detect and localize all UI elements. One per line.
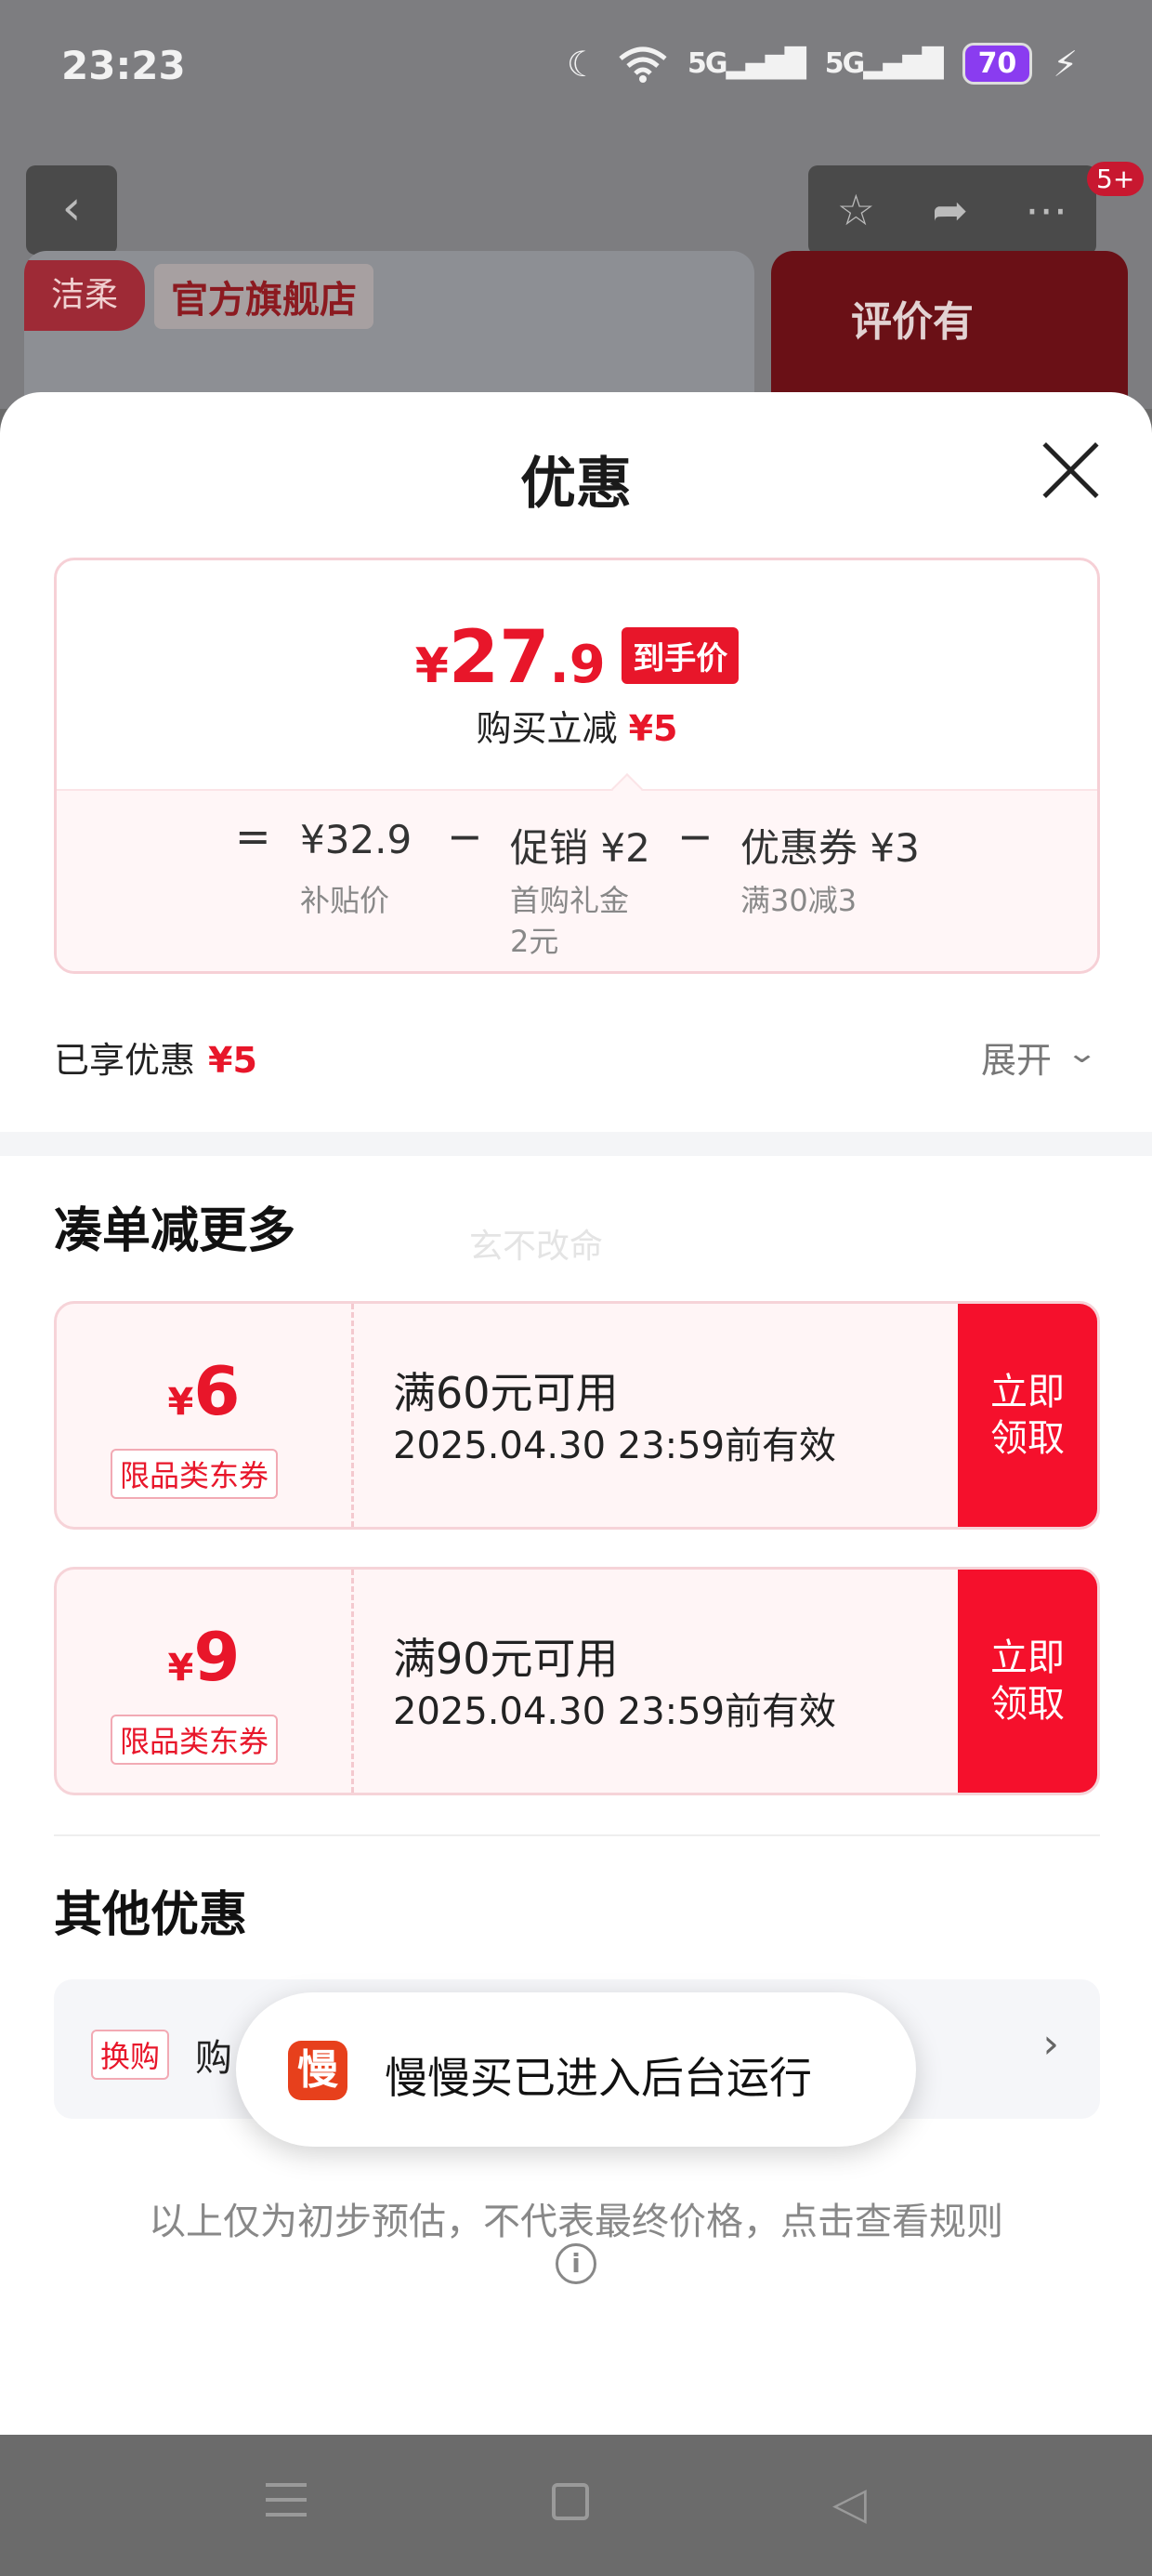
price-card: ¥27.9 到手价 购买立减 ¥5 = ¥32.9 补贴价 − 促销 ¥2 首购礼… [54, 558, 1100, 974]
section-divider [0, 1132, 1152, 1156]
back-button[interactable]: ‹ [26, 165, 117, 255]
app-logo-icon: 慢 [288, 2041, 347, 2100]
subsidy-price-label: 补贴价 [300, 883, 390, 918]
promo-label-line2: 2元 [510, 924, 559, 959]
final-price-tag: 到手价 [622, 627, 740, 684]
claim-button-line2: 领取 [990, 1683, 1065, 1726]
coupon-card: ¥9 限品类东券 满90元可用 2025.04.30 23:59前有效 立即 领… [54, 1567, 1100, 1795]
background-run-toast: 慢 慢慢买已进入后台运行 [236, 1992, 916, 2147]
price-integer: 27 [448, 616, 550, 700]
coupon-currency: ¥ [167, 1647, 194, 1689]
coupon-left: ¥6 限品类东券 [57, 1304, 354, 1527]
info-icon[interactable]: i [556, 2243, 596, 2284]
coupon-expiry: 2025.04.30 23:59前有效 [393, 1690, 837, 1733]
coupon-amount: ¥9 [57, 1618, 351, 1696]
coupon-label: 满30减3 [740, 883, 857, 918]
sheet-title: 优惠 [520, 452, 632, 517]
promo-label: 首购礼金 2元 [510, 880, 629, 962]
exchange-tag: 换购 [91, 2030, 170, 2080]
claim-coupon-button[interactable]: 立即 领取 [958, 1570, 1097, 1793]
instant-discount-label: 购买立减 [476, 708, 618, 749]
promo-value: 促销 ¥2 [510, 825, 650, 871]
enjoyed-discount: 已享优惠 ¥5 [54, 1032, 257, 1083]
claim-button-line1: 立即 [990, 1636, 1065, 1679]
minus-sign: − [677, 811, 713, 861]
review-label: 评价有 [851, 298, 974, 346]
system-nav-bar: ◁ [0, 2435, 1152, 2576]
cart-badge: 5+ [1087, 162, 1145, 196]
coupon-type-tag: 限品类东券 [111, 1449, 279, 1499]
equals-sign: = [235, 811, 271, 861]
home-icon[interactable] [552, 2483, 589, 2520]
coupon-currency: ¥ [167, 1381, 194, 1424]
top-action-group: ☆ ➦ ⋯ [808, 165, 1096, 255]
coupon-type-tag: 限品类东券 [111, 1715, 279, 1765]
status-icons: ☾ 5G▂▄▆█ 5G▂▄▆█ 70 ⚡ [567, 43, 1078, 85]
instant-discount-value: ¥5 [628, 708, 678, 749]
status-time: 23:23 [61, 43, 186, 88]
disclaimer-text[interactable]: 以上仅为初步预估，不代表最终价格，点击查看规则 [0, 2191, 1152, 2245]
claim-button-line1: 立即 [990, 1371, 1065, 1413]
price-decimal: .9 [549, 635, 606, 695]
promo-label-line1: 首购礼金 [510, 883, 630, 918]
claim-coupon-button[interactable]: 立即 领取 [958, 1304, 1097, 1527]
coupon-amount: ¥6 [57, 1352, 351, 1430]
close-icon[interactable] [1041, 440, 1100, 500]
coupon-left: ¥9 限品类东券 [57, 1570, 354, 1793]
back-triangle-icon[interactable]: ◁ [832, 2477, 867, 2530]
coupon-amount-number: 9 [193, 1618, 241, 1696]
signal-1-icon: 5G▂▄▆█ [687, 47, 806, 80]
toast-text: 慢慢买已进入后台运行 [385, 2053, 812, 2103]
brand-logo: 洁柔 [24, 260, 145, 331]
enjoyed-value: ¥5 [208, 1040, 257, 1081]
expand-button[interactable]: 展开 [981, 1032, 1052, 1083]
subsidy-price-value: ¥32.9 [300, 817, 412, 862]
section-title-other-offers: 其他优惠 [54, 1887, 248, 1943]
signal-2-icon: 5G▂▄▆█ [824, 47, 944, 80]
claim-button-line2: 领取 [990, 1417, 1065, 1460]
instant-discount: 购买立减 ¥5 [57, 700, 1097, 751]
section-title-more-savings: 凑单减更多 [54, 1203, 296, 1259]
coupon-condition: 满90元可用 [393, 1634, 619, 1684]
final-price: ¥27.9 到手价 [57, 616, 1097, 700]
divider-line [54, 1834, 1100, 1836]
moon-icon: ☾ [566, 43, 598, 85]
chevron-down-icon[interactable]: ⌄ [1066, 1037, 1098, 1070]
coupon-condition: 满60元可用 [393, 1368, 619, 1418]
minus-sign: − [447, 811, 483, 861]
background-product-page: 23:23 ☾ 5G▂▄▆█ 5G▂▄▆█ 70 ⚡ ‹ ☆ ➦ ⋯ 5+ 洁柔… [0, 0, 1152, 418]
watermark-text: 玄不改命 [469, 1228, 604, 1266]
price-currency: ¥ [414, 638, 449, 694]
coupon-value: 优惠券 ¥3 [740, 825, 920, 871]
more-icon[interactable]: ⋯ [1025, 185, 1067, 235]
shop-label: 官方旗舰店 [154, 264, 373, 329]
coupon-card: ¥6 限品类东券 满60元可用 2025.04.30 23:59前有效 立即 领… [54, 1301, 1100, 1530]
star-icon[interactable]: ☆ [837, 185, 875, 235]
enjoyed-label: 已享优惠 [54, 1040, 196, 1081]
menu-icon[interactable] [266, 2483, 307, 2520]
coupon-amount-number: 6 [193, 1352, 241, 1430]
share-icon[interactable]: ➦ [932, 185, 968, 235]
chevron-left-icon: ‹ [61, 180, 82, 236]
wifi-icon [619, 46, 667, 83]
status-bar: 23:23 ☾ 5G▂▄▆█ 5G▂▄▆█ 70 ⚡ [0, 0, 1152, 139]
charging-icon: ⚡ [1053, 43, 1078, 85]
other-offer-text: 购 [195, 2037, 232, 2080]
battery-indicator: 70 [962, 43, 1033, 85]
chevron-right-icon: › [1042, 2020, 1059, 2068]
coupon-expiry: 2025.04.30 23:59前有效 [393, 1425, 837, 1467]
